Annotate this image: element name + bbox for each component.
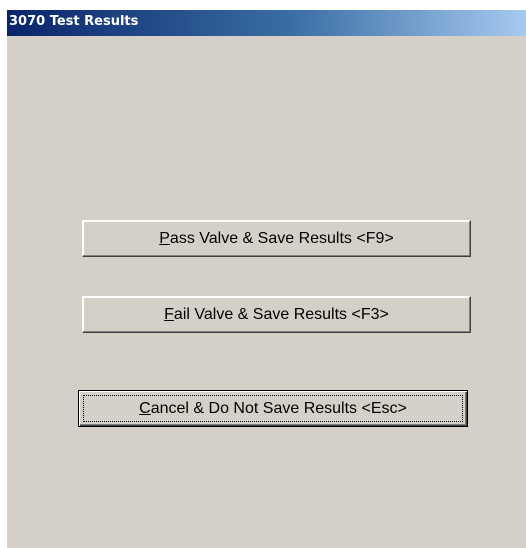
fail-accelerator-key: F [164, 305, 174, 323]
cancel-no-save-button[interactable]: Cancel & Do Not Save Results <Esc> [78, 390, 468, 427]
pass-label-text: ass Valve & Save Results <F9> [169, 229, 394, 247]
pass-valve-save-button[interactable]: Pass Valve & Save Results <F9> [82, 220, 471, 257]
pass-accelerator-key: P [159, 229, 170, 247]
test-results-window: 3070 Test Results Pass Valve & Save Resu… [7, 10, 526, 548]
cancel-label-text: ancel & Do Not Save Results <Esc> [150, 399, 407, 417]
cancel-button-label: Cancel & Do Not Save Results <Esc> [79, 391, 467, 426]
window-title: 3070 Test Results [9, 14, 139, 29]
pass-button-label: Pass Valve & Save Results <F9> [83, 221, 470, 256]
cancel-accelerator-key: C [139, 399, 151, 417]
title-bar[interactable]: 3070 Test Results [7, 10, 526, 36]
fail-valve-save-button[interactable]: Fail Valve & Save Results <F3> [82, 296, 471, 333]
fail-label-text: ail Valve & Save Results <F3> [173, 305, 389, 323]
fail-button-label: Fail Valve & Save Results <F3> [83, 297, 470, 332]
